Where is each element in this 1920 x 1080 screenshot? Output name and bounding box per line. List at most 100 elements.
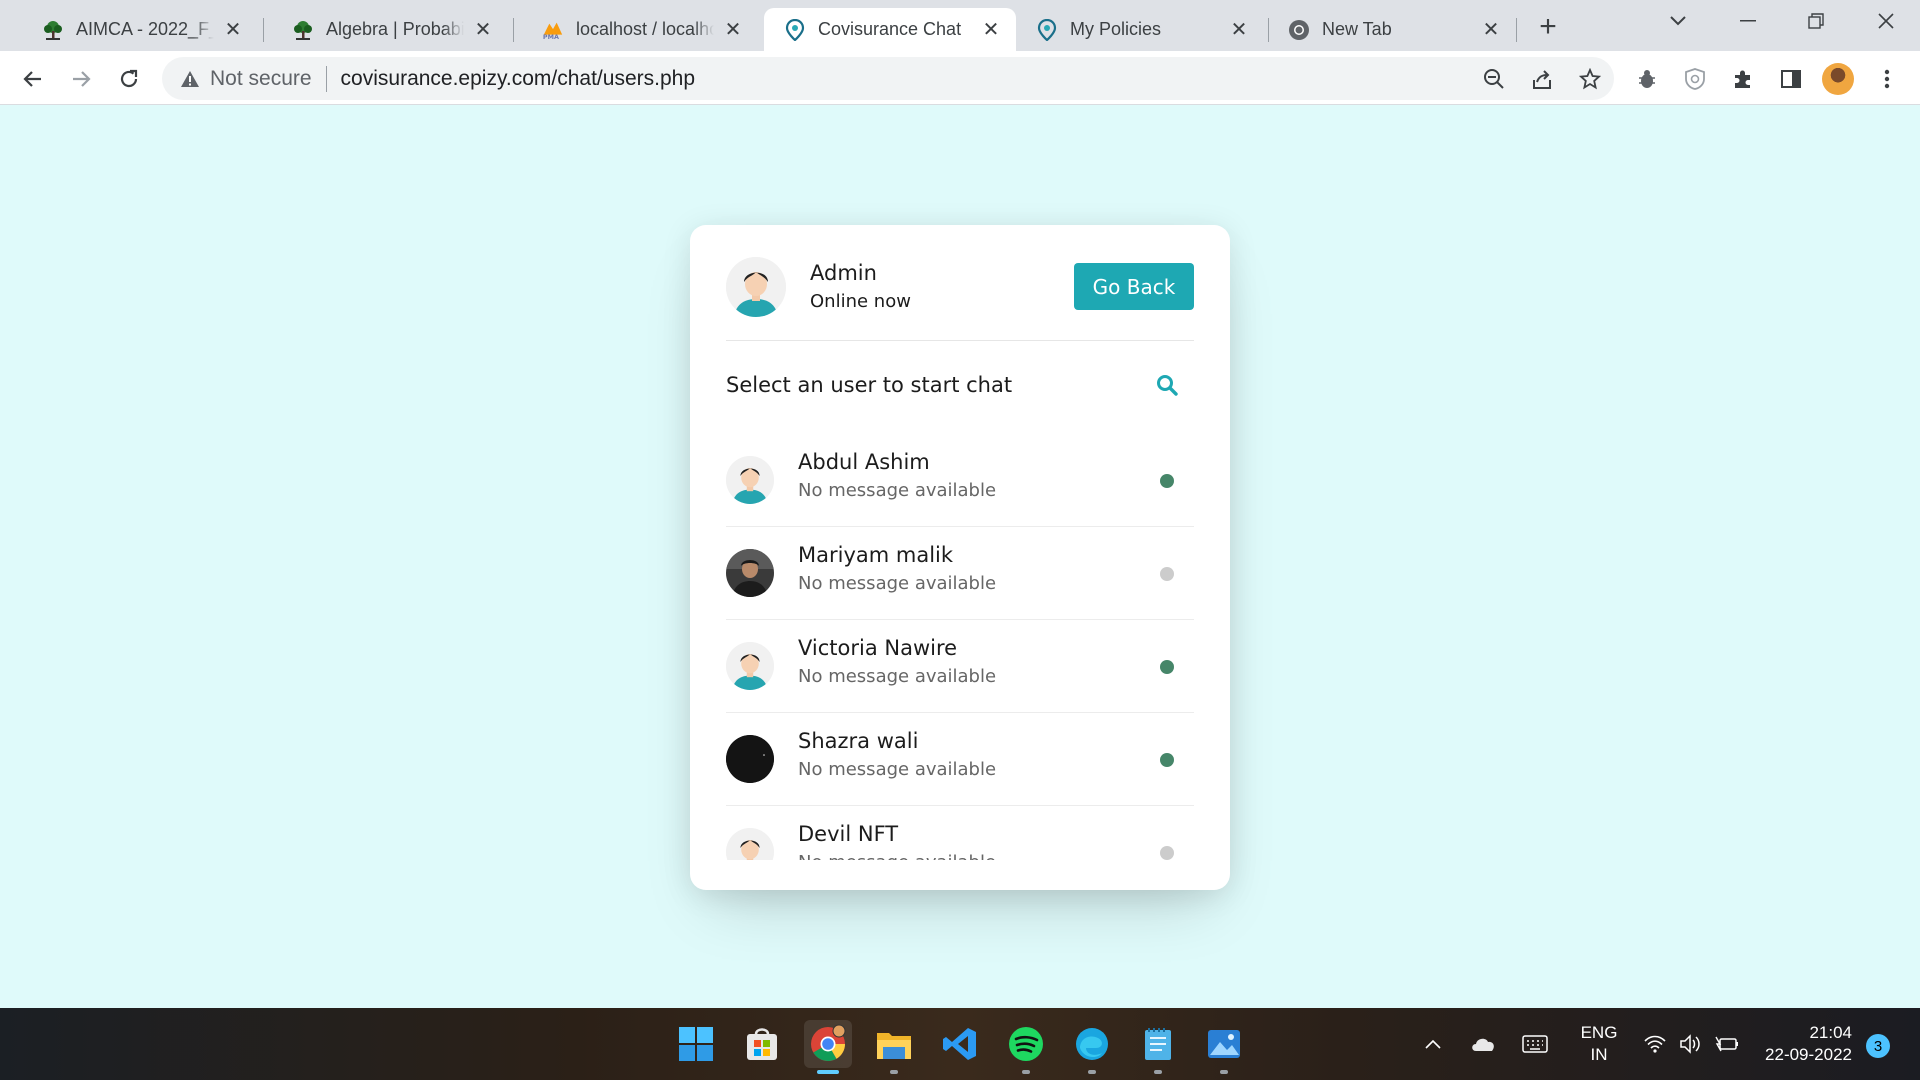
tab-title: New Tab — [1322, 19, 1392, 39]
url-text[interactable]: covisurance.epizy.com/chat/users.php — [341, 67, 695, 91]
phpmyadmin-icon: PMA — [542, 19, 564, 41]
extensions-puzzle-icon[interactable] — [1726, 62, 1760, 96]
arrow-left-icon — [23, 71, 41, 87]
user-list-item[interactable]: Victoria Nawire No message available — [726, 620, 1194, 713]
close-icon[interactable]: ✕ — [722, 19, 744, 41]
volume-icon[interactable] — [1676, 1008, 1706, 1080]
user-name: Shazra wali — [798, 729, 919, 753]
open-app-indicator — [1088, 1070, 1096, 1074]
online-status-dot — [1160, 474, 1174, 488]
offline-status-dot — [1160, 567, 1174, 581]
offline-status-dot — [1160, 846, 1174, 860]
current-user-name: Admin — [810, 261, 877, 285]
user-last-message: No message available — [798, 480, 997, 501]
minimize-button[interactable] — [1720, 0, 1776, 42]
svg-text:PMA: PMA — [543, 33, 559, 41]
warning-triangle-icon[interactable] — [180, 70, 200, 88]
notepad-app[interactable] — [1134, 1020, 1182, 1074]
browser-tab-my-policies[interactable]: My Policies ✕ — [1016, 8, 1264, 51]
profile-avatar[interactable] — [1822, 63, 1854, 95]
user-last-message: No message available — [798, 573, 997, 594]
close-icon[interactable]: ✕ — [1228, 19, 1250, 41]
arrow-right-icon — [73, 71, 91, 87]
location-pin-icon — [784, 18, 806, 41]
avatar — [726, 735, 774, 783]
search-bar: Select an user to start chat — [726, 365, 1194, 405]
tab-separator — [513, 18, 514, 42]
show-hidden-icons-chevron-icon[interactable] — [1418, 1008, 1448, 1080]
browser-tab-covisurance-chat[interactable]: Covisurance Chat ✕ — [764, 8, 1016, 51]
user-list-item[interactable]: Mariyam malik No message available — [726, 527, 1194, 620]
new-tab-button[interactable]: + — [1531, 10, 1565, 44]
tab-title: localhost / localhos — [576, 19, 714, 39]
clock-time: 21:04 — [1809, 1023, 1852, 1042]
folder-icon — [877, 1033, 911, 1059]
bookmark-star-icon[interactable] — [1566, 67, 1614, 90]
photos-app[interactable] — [1200, 1020, 1248, 1074]
address-bar[interactable]: Not secure covisurance.epizy.com/chat/us… — [162, 57, 1614, 100]
onedrive-cloud-icon[interactable] — [1466, 1008, 1500, 1080]
tree-logo-icon — [42, 19, 64, 41]
tab-title: AIMCA - 2022_F_Ba — [76, 19, 214, 39]
browser-tab-phpmyadmin[interactable]: PMA localhost / localhos ✕ — [522, 8, 758, 51]
close-icon[interactable]: ✕ — [472, 19, 494, 41]
vscode-app[interactable] — [936, 1020, 984, 1068]
user-list-item[interactable]: Abdul Ashim No message available — [726, 434, 1194, 527]
user-last-message: No message available — [798, 759, 997, 780]
spotify-icon — [1009, 1027, 1043, 1061]
browser-tab-algebra[interactable]: Algebra | Probabilit ✕ — [272, 8, 508, 51]
browser-tab-new-tab[interactable]: New Tab ✕ — [1268, 8, 1516, 51]
chrome-icon — [1288, 19, 1310, 41]
back-button[interactable] — [16, 62, 50, 96]
online-status-dot — [1160, 753, 1174, 767]
avatar — [726, 257, 786, 317]
restore-button[interactable] — [1788, 0, 1844, 42]
photos-icon — [1208, 1030, 1240, 1058]
browser-menu-icon[interactable] — [1870, 62, 1904, 96]
touch-keyboard-icon[interactable] — [1518, 1008, 1552, 1080]
online-status-dot — [1160, 660, 1174, 674]
close-icon[interactable]: ✕ — [1480, 19, 1502, 41]
search-button[interactable] — [1152, 370, 1182, 400]
close-window-button[interactable] — [1858, 0, 1914, 42]
tab-title: My Policies — [1070, 19, 1162, 39]
reload-button[interactable] — [112, 62, 146, 96]
search-prompt: Select an user to start chat — [726, 373, 1013, 397]
notification-count-badge[interactable]: 3 — [1866, 1034, 1890, 1058]
file-explorer-app[interactable] — [870, 1020, 918, 1074]
chrome-app[interactable] — [804, 1020, 852, 1074]
share-icon[interactable] — [1518, 68, 1566, 90]
close-icon[interactable]: ✕ — [222, 19, 244, 41]
battery-charging-icon[interactable] — [1712, 1008, 1742, 1080]
forward-button[interactable] — [64, 62, 98, 96]
browser-toolbar: Not secure covisurance.epizy.com/chat/us… — [0, 51, 1920, 105]
spotify-app[interactable] — [1002, 1020, 1050, 1074]
open-app-indicator — [1022, 1070, 1030, 1074]
go-back-button[interactable]: Go Back — [1074, 263, 1194, 310]
wifi-icon[interactable] — [1640, 1008, 1670, 1080]
edge-app[interactable] — [1068, 1020, 1116, 1074]
bug-extension-icon[interactable] — [1630, 62, 1664, 96]
tab-search-button[interactable] — [1650, 0, 1706, 42]
start-button[interactable] — [672, 1020, 720, 1068]
windows-taskbar: ENG IN 21:04 22-09-2022 — [0, 1008, 1920, 1080]
divider — [325, 65, 327, 92]
side-panel-icon[interactable] — [1774, 62, 1808, 96]
zoom-out-icon[interactable] — [1470, 68, 1518, 90]
users-list: Abdul Ashim No message available Mariyam… — [726, 434, 1194, 860]
browser-tab-aimca[interactable]: AIMCA - 2022_F_Ba ✕ — [22, 8, 258, 51]
microsoft-store-app[interactable] — [738, 1020, 786, 1068]
user-last-message: No message available — [798, 666, 997, 687]
open-app-indicator — [1220, 1070, 1228, 1074]
open-app-indicator — [890, 1070, 898, 1074]
system-clock[interactable]: 21:04 22-09-2022 — [1752, 1022, 1852, 1066]
tab-separator — [1516, 18, 1517, 42]
user-list-item[interactable]: Devil NFT No message available — [726, 806, 1194, 860]
current-user-status: Online now — [810, 291, 911, 312]
close-icon[interactable]: ✕ — [980, 19, 1002, 41]
security-status-label[interactable]: Not secure — [210, 67, 312, 91]
shield-extension-icon[interactable] — [1678, 62, 1712, 96]
user-list-item[interactable]: Shazra wali No message available — [726, 713, 1194, 806]
avatar — [726, 456, 774, 504]
input-language-indicator[interactable]: ENG IN — [1574, 1022, 1624, 1066]
